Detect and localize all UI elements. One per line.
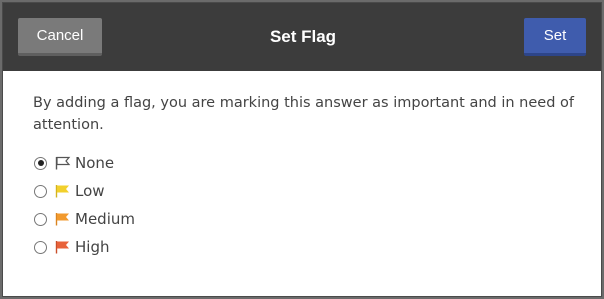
flag-options: None Low Medium High bbox=[34, 149, 135, 261]
radio-none[interactable] bbox=[34, 156, 47, 170]
option-label-none: None bbox=[75, 154, 115, 172]
flag-outline-icon bbox=[55, 156, 71, 170]
flag-red-icon bbox=[55, 241, 69, 254]
radio-medium[interactable] bbox=[34, 212, 47, 226]
radio-low[interactable] bbox=[34, 184, 47, 198]
set-flag-dialog: Cancel Set Flag Set By adding a flag, yo… bbox=[2, 2, 602, 297]
cancel-button[interactable]: Cancel bbox=[18, 18, 102, 56]
radio-high[interactable] bbox=[34, 240, 47, 254]
flag-option-high[interactable]: High bbox=[34, 233, 135, 261]
flag-option-none[interactable]: None bbox=[34, 149, 135, 177]
set-button[interactable]: Set bbox=[524, 18, 586, 56]
dialog-header: Cancel Set Flag Set bbox=[3, 3, 601, 71]
option-label-high: High bbox=[75, 238, 110, 256]
option-label-low: Low bbox=[75, 182, 105, 200]
flag-yellow-icon bbox=[55, 185, 69, 198]
flag-description: By adding a flag, you are marking this a… bbox=[33, 95, 574, 133]
flag-option-medium[interactable]: Medium bbox=[34, 205, 135, 233]
flag-orange-icon bbox=[55, 213, 69, 226]
option-label-medium: Medium bbox=[75, 210, 135, 228]
flag-option-low[interactable]: Low bbox=[34, 177, 135, 205]
